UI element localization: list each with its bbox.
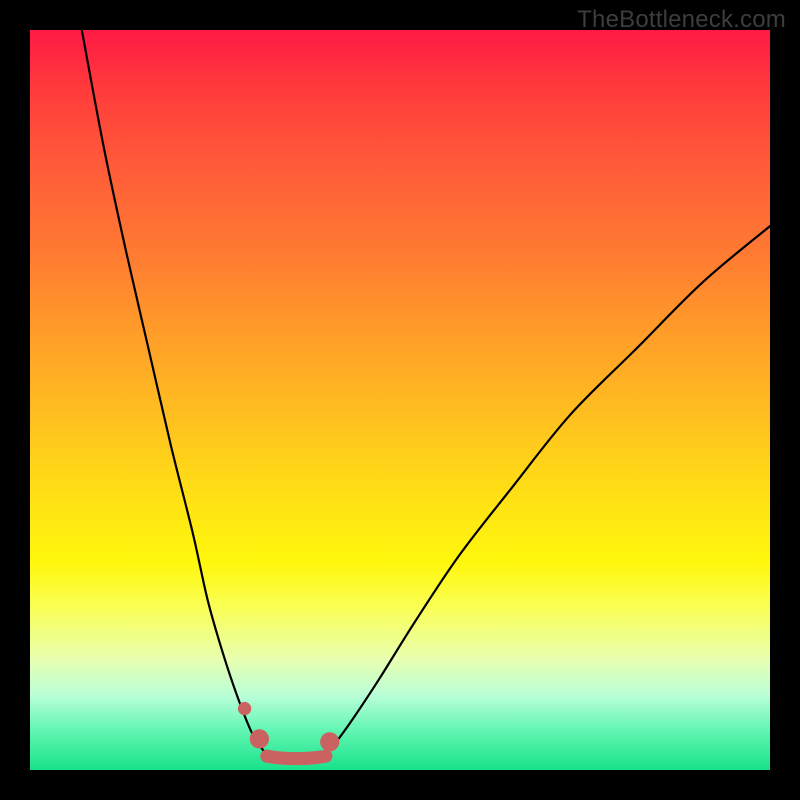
- outer-frame: TheBottleneck.com: [0, 0, 800, 800]
- curve-left-arm: [82, 30, 267, 755]
- curve-right-arm: [326, 226, 770, 755]
- markers-group: [238, 702, 339, 752]
- marker-floor-dot: [238, 702, 251, 715]
- chart-plot-area: [30, 30, 770, 770]
- marker-left-end: [250, 729, 269, 748]
- marker-right-end: [320, 732, 339, 751]
- chart-svg: [30, 30, 770, 770]
- curve-floor: [267, 756, 326, 759]
